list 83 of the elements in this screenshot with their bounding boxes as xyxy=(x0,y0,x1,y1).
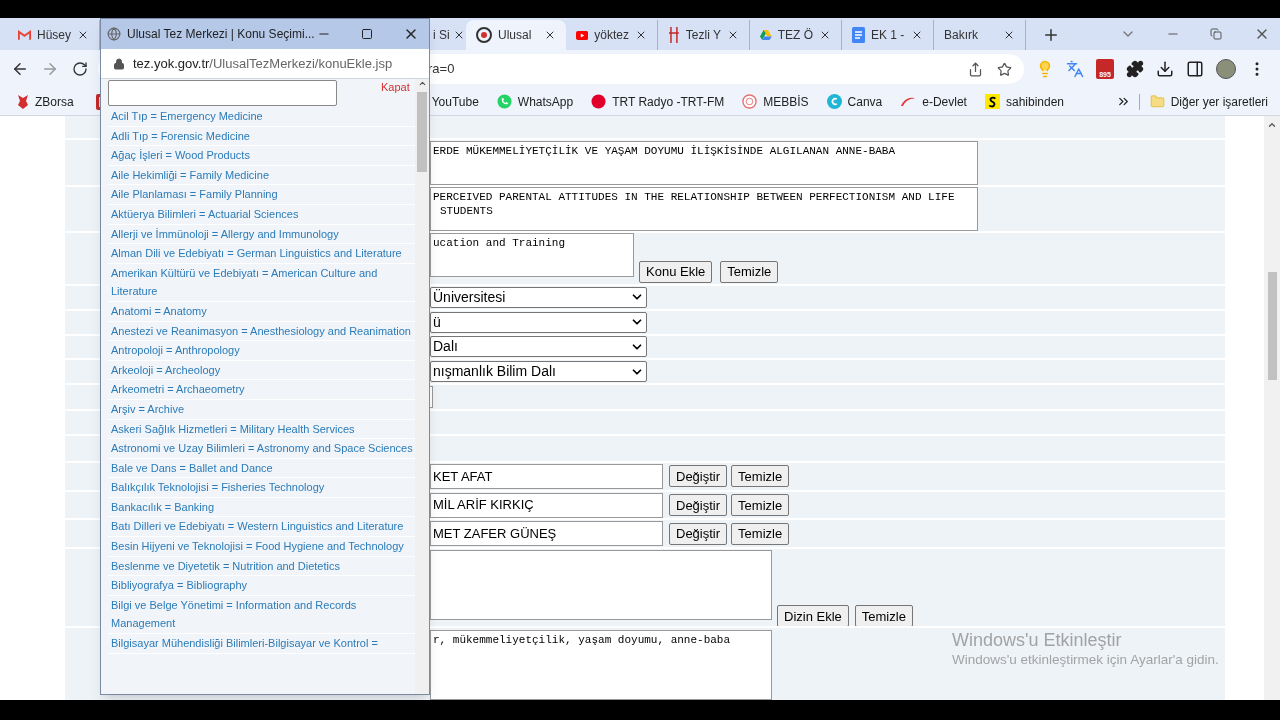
bookmark[interactable]: Canva xyxy=(826,92,883,111)
seal-icon xyxy=(742,94,758,109)
bookmark[interactable]: ZBorsa xyxy=(17,92,74,111)
scroll-up-icon[interactable] xyxy=(1267,120,1277,130)
select-field[interactable]: Üniversitesi xyxy=(430,286,647,308)
play-icon xyxy=(576,28,589,42)
close-icon[interactable] xyxy=(1003,29,1015,41)
restore-icon[interactable] xyxy=(1210,28,1222,40)
bookmark-star-icon[interactable] xyxy=(997,61,1012,77)
folder-icon xyxy=(1149,94,1165,109)
extensions-icon[interactable] xyxy=(1126,60,1144,78)
circle-icon xyxy=(826,94,842,109)
person-field[interactable]: KET AFAT xyxy=(430,463,663,489)
close-icon[interactable] xyxy=(77,29,89,41)
select-field[interactable]: nışmanlık Bilim Dalı xyxy=(430,361,647,383)
form-button[interactable]: Temizle xyxy=(854,605,913,627)
subject-field[interactable]: ucation and Training xyxy=(430,232,634,277)
index-field[interactable] xyxy=(430,550,772,620)
share-icon[interactable] xyxy=(968,61,983,77)
bookmark[interactable]: TRT Radyo -TRT-FM xyxy=(591,92,725,111)
english-title-field[interactable]: PERCEIVED PARENTAL ATTITUDES IN THE RELATIONSHIP BETWEEN PERFECTIONISM AND LIFE STUDENTS xyxy=(430,186,978,231)
dot-icon xyxy=(591,94,607,109)
scrollbar[interactable] xyxy=(415,79,429,694)
swoosh-icon xyxy=(900,95,917,108)
new-tab-icon[interactable] xyxy=(1042,26,1060,44)
close-icon[interactable] xyxy=(544,29,556,41)
title-line: PERCEIVED PARENTAL ATTITUDES IN THE RELATIONSHIP BETWEEN PERFECTIONISM AND LIFE xyxy=(433,189,956,204)
person-field[interactable]: MİL ARİF KIRKIÇ xyxy=(430,492,663,518)
bookmark-folder[interactable]: Diğer yer işaretleri xyxy=(1149,92,1268,111)
form-button[interactable]: Dizin Ekle xyxy=(777,605,849,627)
form-button[interactable]: Konu Ekle xyxy=(639,260,713,283)
side-panel-icon[interactable] xyxy=(1186,60,1204,78)
globe-icon xyxy=(107,27,121,41)
back-icon[interactable] xyxy=(11,60,29,78)
activation-text: Windows'u etkinleştirmek için Ayarlar'a gidin. xyxy=(952,651,1219,669)
document-icon xyxy=(852,27,865,43)
form-button[interactable]: Değiştir xyxy=(669,494,728,516)
reload-icon[interactable] xyxy=(72,61,88,77)
bookmark[interactable]: YouTube xyxy=(431,92,479,111)
title-line: ERDE MÜKEMMELİYETÇİLİK VE YAŞAM DOYUMU İLİŞKİSİNDE ALGILANAN ANNE-BABA xyxy=(433,143,897,158)
bull-icon xyxy=(17,93,29,110)
translate-icon[interactable] xyxy=(1066,60,1084,78)
scrollbar[interactable] xyxy=(1264,116,1280,700)
form-button[interactable]: Değiştir xyxy=(669,465,728,488)
close-icon[interactable] xyxy=(453,29,465,41)
turkish-title-field[interactable]: ERDE MÜKEMMELİYETÇİLİK VE YAŞAM DOYUMU İLİŞKİSİNDE ALGILANAN ANNE-BABA xyxy=(430,140,978,185)
avatar-icon[interactable] xyxy=(1216,59,1236,79)
close-icon[interactable] xyxy=(911,29,923,41)
select-field[interactable]: ü xyxy=(430,311,647,333)
window-title: Ulusal Tez Merkezi | Konu Seçimi... xyxy=(127,26,316,43)
keywords-field[interactable]: r, mükemmeliyetçilik, yaşam doyumu, anne-baba xyxy=(430,630,772,700)
fork-icon xyxy=(668,27,680,43)
bookmark[interactable]: WhatsApp xyxy=(496,92,574,111)
browser-tab[interactable]: i Si xyxy=(432,20,466,50)
form-button[interactable]: Değiştir xyxy=(669,522,728,545)
search-field[interactable] xyxy=(108,80,337,106)
close-icon[interactable] xyxy=(635,29,647,41)
title-line: STUDENTS xyxy=(439,203,494,218)
triangle-icon xyxy=(760,28,772,42)
scroll-up-icon[interactable] xyxy=(417,79,427,88)
square-icon xyxy=(984,94,1000,109)
bookmark[interactable]: e-Devlet xyxy=(900,92,967,111)
scroll-thumb[interactable] xyxy=(1267,272,1277,380)
download-icon[interactable] xyxy=(1156,60,1174,78)
eye-icon xyxy=(476,27,492,43)
bookmark[interactable]: MEBBİS xyxy=(742,92,809,111)
form-button[interactable]: Temizle xyxy=(731,465,790,488)
close-icon[interactable] xyxy=(727,29,739,41)
mail-icon xyxy=(18,29,31,41)
person-field[interactable]: MET ZAFER GÜNEŞ xyxy=(430,521,663,547)
popup-url: tez.yok.gov.tr/UlusalTezMerkezi/konuEkle.jsp xyxy=(133,54,393,73)
form-button[interactable]: Temizle xyxy=(731,494,790,516)
close-icon[interactable] xyxy=(819,29,831,41)
form-button[interactable]: Temizle xyxy=(720,260,779,283)
browser-tab[interactable]: Ulusal xyxy=(466,20,566,50)
bookmark[interactable]: sahibinden xyxy=(984,92,1064,111)
scroll-thumb[interactable] xyxy=(417,92,427,172)
select-field[interactable]: Dalı xyxy=(430,336,647,358)
chat-icon xyxy=(496,94,512,109)
maximize-icon[interactable] xyxy=(361,28,373,40)
form-button[interactable]: Temizle xyxy=(731,522,790,545)
lock-icon xyxy=(113,57,125,70)
activation-title: Windows'u Etkinleştir xyxy=(952,629,1123,651)
